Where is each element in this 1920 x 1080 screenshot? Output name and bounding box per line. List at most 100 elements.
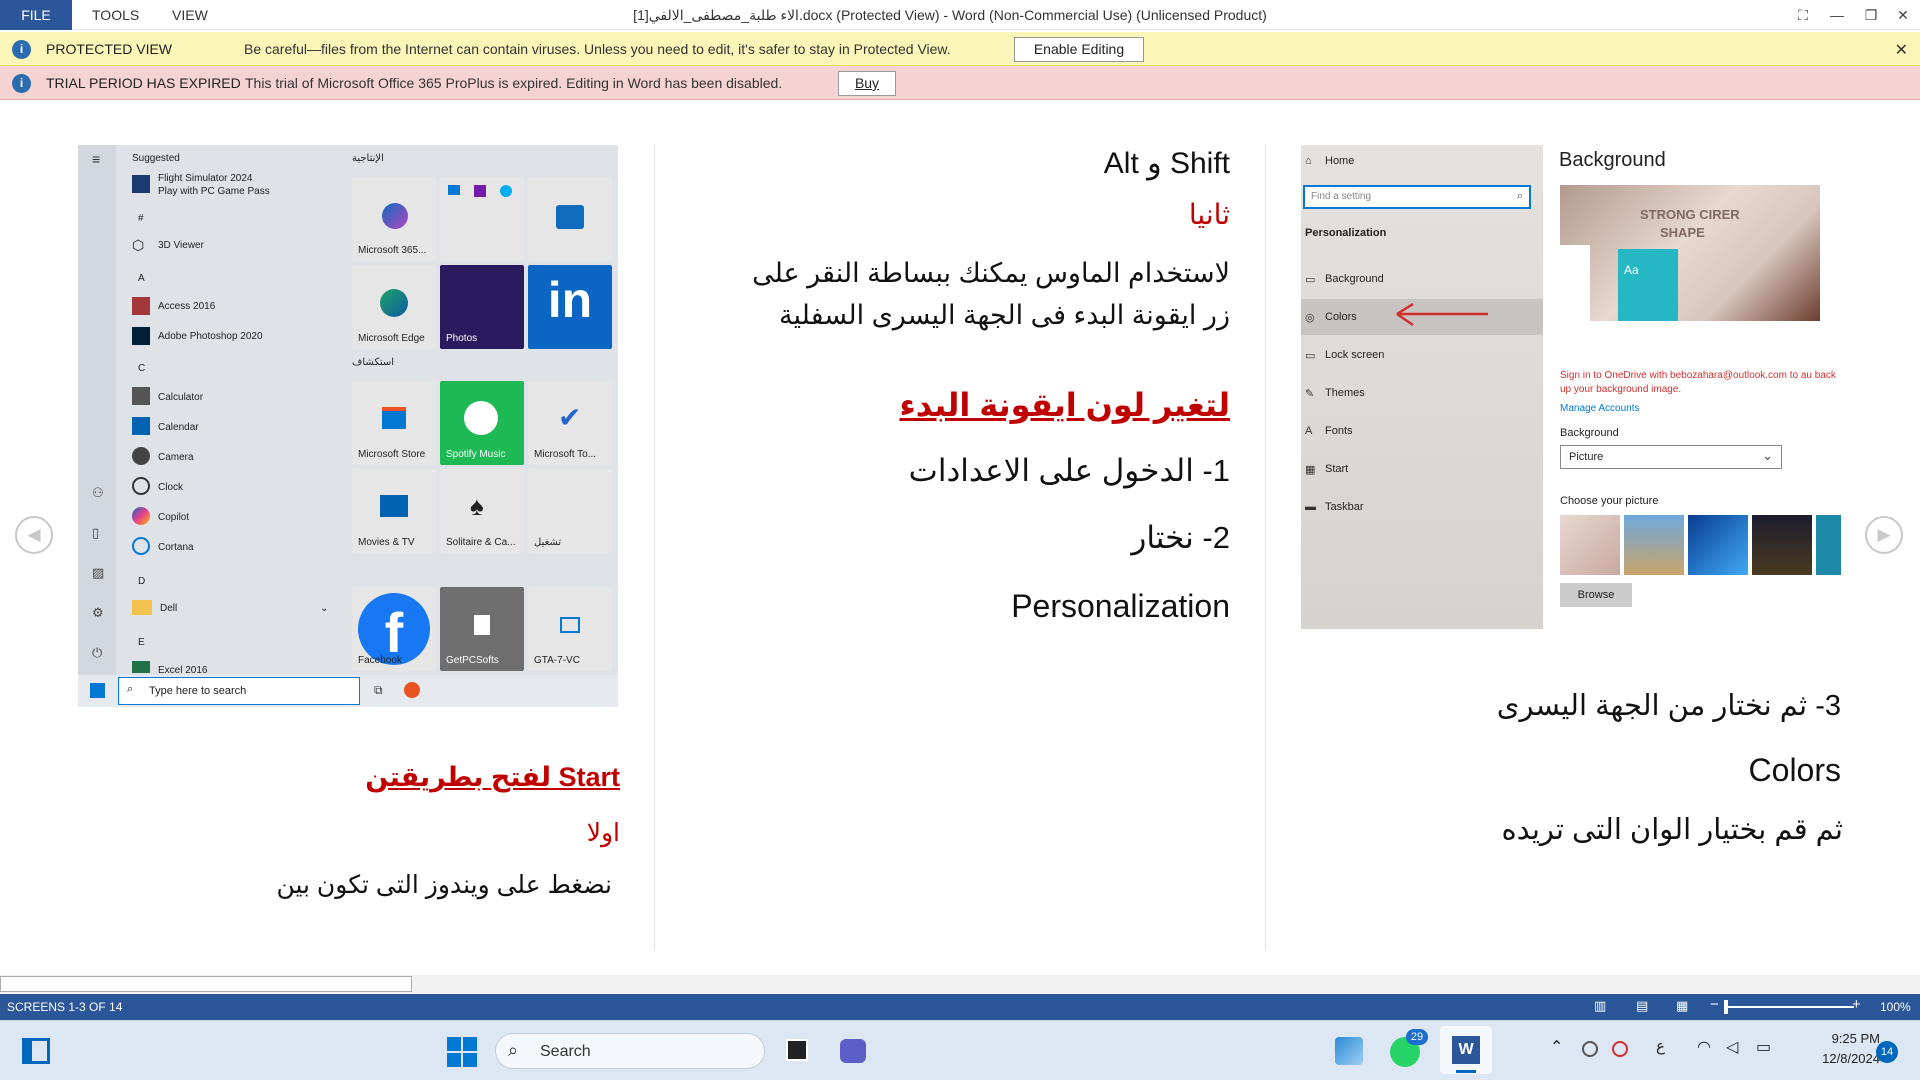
zoom-in-button[interactable]: +: [1852, 996, 1861, 1013]
find-setting-placeholder: Find a setting: [1311, 191, 1372, 202]
suggested-label: Suggested: [132, 153, 180, 164]
lock-screen-icon: ▭: [1305, 350, 1316, 362]
menu-tools[interactable]: TOOLS: [92, 0, 139, 30]
trial-expired-bar: i TRIAL PERIOD HAS EXPIRED This trial of…: [0, 66, 1920, 100]
tile-office-apps[interactable]: [440, 177, 524, 261]
menu-view[interactable]: VIEW: [172, 0, 208, 30]
web-layout-icon[interactable]: ▦: [1676, 998, 1688, 1014]
app-camera[interactable]: Camera: [158, 452, 194, 463]
protected-view-title: PROTECTED VIEW: [46, 41, 173, 57]
battery-icon[interactable]: ▭: [1756, 1037, 1771, 1057]
enable-editing-button[interactable]: Enable Editing: [1014, 37, 1144, 62]
settings-nav-colors[interactable]: Colors: [1325, 311, 1357, 323]
app-calendar[interactable]: Calendar: [158, 422, 199, 433]
tray-app-icon[interactable]: [1612, 1041, 1628, 1057]
app-clock[interactable]: Clock: [158, 482, 183, 493]
find-setting-input[interactable]: Find a setting ⌕: [1303, 185, 1531, 209]
tile-outlook[interactable]: [528, 177, 612, 261]
tile-play[interactable]: تشغيل: [528, 469, 612, 553]
chevron-down-icon[interactable]: ⌄: [320, 603, 328, 614]
picture-thumbnail[interactable]: [1624, 515, 1684, 575]
settings-nav-start[interactable]: Start: [1325, 463, 1348, 475]
background-select-value: Picture: [1569, 451, 1604, 463]
tile-microsoft-365[interactable]: Microsoft 365...: [352, 177, 436, 261]
tile-gta[interactable]: GTA-7-VC: [528, 587, 612, 671]
tile-linkedin[interactable]: in: [528, 265, 612, 349]
photos-app-icon[interactable]: [1335, 1037, 1363, 1065]
app-copilot[interactable]: Copilot: [158, 512, 189, 523]
settings-nav-themes[interactable]: Themes: [1325, 387, 1365, 399]
clock-date[interactable]: 12/8/2024: [1790, 1051, 1880, 1066]
app-photoshop[interactable]: Adobe Photoshop 2020: [158, 331, 263, 342]
fullscreen-icon[interactable]: ⛶: [1786, 0, 1820, 30]
taskbar-search-box[interactable]: ⌕ Search: [495, 1033, 765, 1069]
home-icon: ⌂: [1305, 155, 1312, 167]
input-language[interactable]: ع: [1656, 1037, 1665, 1055]
word-taskbar-button[interactable]: W: [1440, 1026, 1492, 1074]
picture-thumbnail[interactable]: [1752, 515, 1812, 575]
settings-nav-lock-screen[interactable]: Lock screen: [1325, 349, 1384, 361]
app-calculator[interactable]: Calculator: [158, 392, 203, 403]
text-press-windows: نضغط على ويندوز التى تكون بين: [276, 871, 612, 899]
horizontal-scrollbar[interactable]: [0, 975, 1920, 993]
close-button[interactable]: ✕: [1886, 0, 1920, 30]
cards-icon: ♠: [470, 491, 484, 521]
previous-screen-button[interactable]: ◀: [15, 516, 53, 554]
app-dell[interactable]: Dell: [160, 603, 177, 614]
settings-nav-background[interactable]: Background: [1325, 273, 1384, 285]
restore-button[interactable]: ❐: [1854, 0, 1888, 30]
zoom-slider[interactable]: [1726, 1006, 1854, 1008]
shield-info-icon: i: [12, 40, 31, 59]
tray-app-icon[interactable]: [1582, 1041, 1598, 1057]
tile-getpcsofts[interactable]: GetPCSofts: [440, 587, 524, 671]
wifi-icon[interactable]: ◠: [1697, 1037, 1711, 1057]
volume-icon[interactable]: ◁: [1726, 1037, 1738, 1057]
tile-facebook[interactable]: f Facebook: [352, 587, 436, 671]
zoom-level[interactable]: 100%: [1880, 1000, 1911, 1014]
chevron-up-icon[interactable]: ⌃: [1550, 1037, 1563, 1057]
app-access[interactable]: Access 2016: [158, 301, 215, 312]
tile-edge[interactable]: Microsoft Edge: [352, 265, 436, 349]
picture-icon: ▭: [1305, 274, 1316, 286]
task-view-icon[interactable]: [786, 1039, 808, 1061]
preview-text: SHAPE: [1660, 225, 1705, 240]
app-3d-viewer[interactable]: 3D Viewer: [158, 240, 204, 251]
app-icon[interactable]: [404, 682, 420, 698]
background-select[interactable]: Picture ⌄: [1560, 445, 1782, 469]
app-flight-simulator[interactable]: Flight Simulator 2024: [158, 173, 253, 184]
teams-icon[interactable]: [840, 1039, 866, 1063]
notification-badge[interactable]: 14: [1876, 1041, 1898, 1063]
settings-nav-fonts[interactable]: Fonts: [1325, 425, 1353, 437]
close-icon[interactable]: ✕: [1895, 40, 1908, 60]
settings-nav-taskbar[interactable]: Taskbar: [1325, 501, 1364, 513]
scrollbar-thumb[interactable]: [0, 976, 412, 992]
print-layout-icon[interactable]: ▤: [1636, 998, 1648, 1014]
tile-todo[interactable]: ✔ Microsoft To...: [528, 381, 612, 465]
tile-spotify[interactable]: Spotify Music: [440, 381, 524, 465]
tile-preview: Aa: [1618, 249, 1678, 321]
minimize-button[interactable]: —: [1820, 0, 1854, 30]
browse-button[interactable]: Browse: [1560, 583, 1632, 607]
tile-microsoft-store[interactable]: Microsoft Store: [352, 381, 436, 465]
picture-thumbnail[interactable]: [1560, 515, 1620, 575]
clock-time[interactable]: 9:25 PM: [1790, 1031, 1880, 1046]
tile-movies-tv[interactable]: Movies & TV: [352, 469, 436, 553]
widgets-icon[interactable]: [22, 1038, 50, 1064]
zoom-slider-thumb[interactable]: [1724, 1000, 1728, 1014]
read-mode-icon[interactable]: ▥: [1594, 998, 1606, 1014]
file-tab[interactable]: FILE: [0, 0, 72, 30]
windows-start-icon[interactable]: [447, 1037, 477, 1067]
picture-thumbnail[interactable]: [1816, 515, 1841, 575]
heading-open-start: Start لفتح بطريقتن: [365, 762, 620, 792]
buy-button[interactable]: Buy: [838, 71, 896, 96]
zoom-out-button[interactable]: −: [1710, 996, 1719, 1013]
app-cortana[interactable]: Cortana: [158, 542, 194, 553]
tile-photos[interactable]: Photos: [440, 265, 524, 349]
next-screen-button[interactable]: ▶: [1865, 516, 1903, 554]
manage-accounts-link[interactable]: Manage Accounts: [1560, 403, 1640, 414]
tile-solitaire[interactable]: ♠ Solitaire & Ca...: [440, 469, 524, 553]
inner-search-box[interactable]: ⌕ Type here to search: [118, 677, 360, 705]
task-view-icon[interactable]: ⧉: [374, 683, 383, 698]
picture-thumbnail[interactable]: [1688, 515, 1748, 575]
settings-home[interactable]: Home: [1325, 155, 1354, 167]
